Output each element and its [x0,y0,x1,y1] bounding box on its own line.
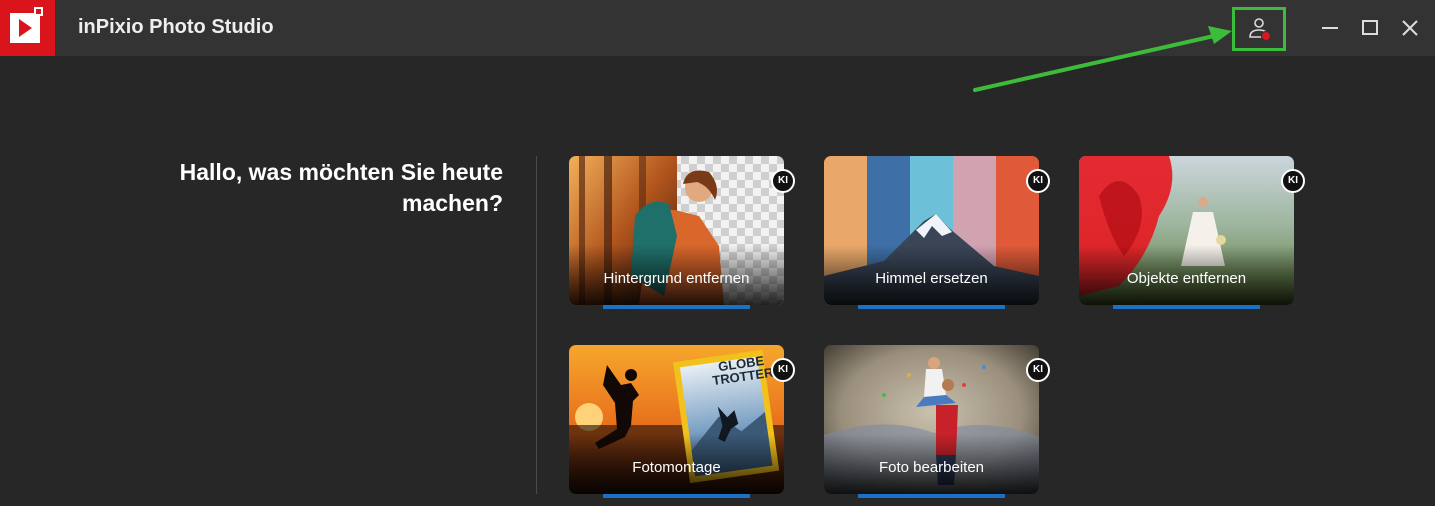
greeting-line-1: Hallo, was möchten Sie heute [179,159,503,185]
ki-badge: KI [771,358,795,382]
card-underline [1113,305,1260,309]
card-label: Foto bearbeiten [878,459,985,476]
close-icon [1402,20,1418,36]
card-label: Himmel ersetzen [875,270,988,287]
card-photomontage[interactable]: GLOBE TROTTER Fotomontage [569,345,784,494]
app-logo [0,0,55,56]
ki-badge: KI [1281,169,1305,193]
card-underline [603,494,750,498]
app-title: inPixio Photo Studio [78,16,274,38]
card-underline [858,305,1005,309]
user-icon [1249,18,1272,42]
minimize-button[interactable] [1316,14,1344,42]
card-label: Hintergrund entfernen [603,270,750,287]
card-remove-background[interactable]: Hintergrund entfernen [569,156,784,305]
maximize-icon [1362,20,1378,35]
ki-badge: KI [1026,358,1050,382]
divider [536,156,537,494]
card-replace-sky[interactable]: Himmel ersetzen [824,156,1039,305]
title-bar: inPixio Photo Studio [0,0,1435,56]
ki-badge: KI [1026,169,1050,193]
greeting-line-2: machen? [402,190,503,216]
minimize-icon [1322,27,1338,29]
ki-badge: KI [771,169,795,193]
card-underline [603,305,750,309]
account-button[interactable] [1232,7,1286,51]
maximize-button[interactable] [1356,14,1384,42]
card-remove-objects[interactable]: Objekte entfernen [1079,156,1294,305]
close-button[interactable] [1396,14,1424,42]
card-underline [858,494,1005,498]
card-edit-photo[interactable]: Foto bearbeiten [824,345,1039,494]
card-label: Fotomontage [632,459,721,476]
greeting-heading: Hallo, was möchten Sie heute machen? [150,157,503,219]
card-label: Objekte entfernen [1126,270,1247,287]
notification-dot-icon [1260,30,1272,42]
